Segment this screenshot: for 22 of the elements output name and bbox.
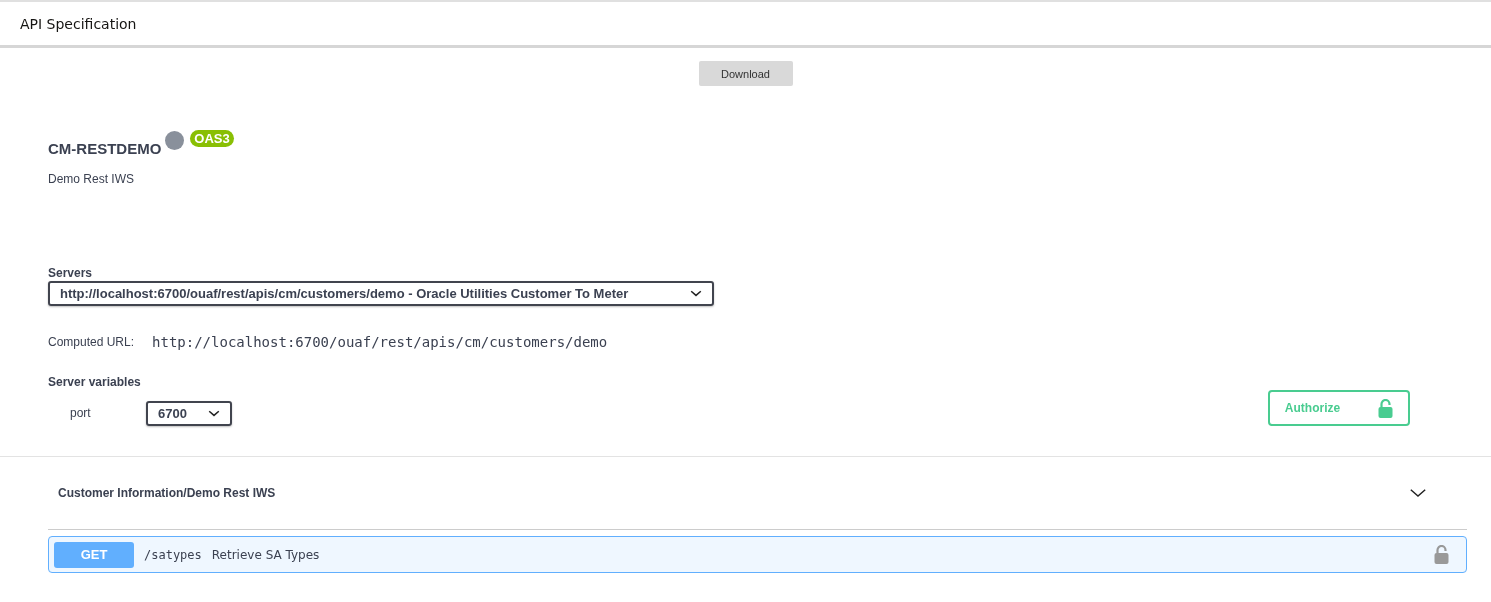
unlocked-padlock-icon bbox=[1378, 398, 1394, 418]
chevron-down-icon bbox=[690, 290, 702, 297]
computed-url-label: Computed URL: bbox=[48, 335, 135, 349]
api-title: CM-RESTDEMO bbox=[48, 140, 162, 157]
api-description: Demo Rest IWS bbox=[48, 172, 135, 186]
chevron-down-icon bbox=[208, 410, 220, 417]
operation-row[interactable]: GET /satypes Retrieve SA Types bbox=[48, 536, 1467, 573]
page-title: API Specification bbox=[20, 15, 137, 32]
version-badge: OAS3 bbox=[190, 130, 234, 147]
servers-label: Servers bbox=[48, 266, 94, 280]
operation-summary: Retrieve SA Types bbox=[211, 547, 321, 562]
version-dot bbox=[165, 131, 185, 150]
tag-header[interactable]: Customer Information/Demo Rest IWS bbox=[48, 457, 1467, 530]
server-variables-label: Server variables bbox=[48, 375, 142, 389]
variable-name: port bbox=[70, 406, 92, 420]
variable-select[interactable]: 6700 bbox=[146, 401, 232, 426]
download-button[interactable]: Download bbox=[698, 61, 793, 86]
server-select[interactable]: http://localhost:6700/ouaf/rest/apis/cm/customers/demo - Oracle Utilities Customer To Meter bbox=[48, 281, 714, 306]
computed-url: http://localhost:6700/ouaf/rest/apis/cm/customers/demo bbox=[152, 334, 608, 350]
operation-path: /satypes bbox=[144, 547, 202, 562]
unlocked-padlock-icon bbox=[1434, 545, 1449, 564]
http-method-badge: GET bbox=[54, 541, 134, 568]
